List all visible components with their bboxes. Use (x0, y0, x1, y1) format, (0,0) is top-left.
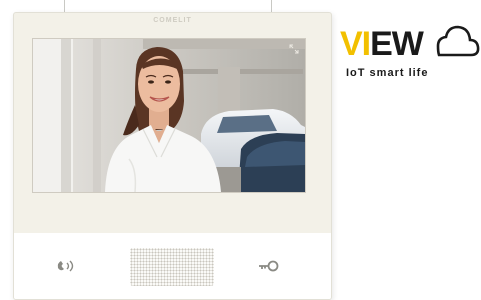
intercom-monitor: COMELIT (13, 12, 332, 300)
door-release-button[interactable] (254, 258, 282, 274)
logo-dark-letters: EW (370, 25, 424, 63)
mount-wire-left (64, 0, 65, 12)
expand-icon[interactable] (289, 44, 299, 54)
logo-accent-letters: VI (340, 25, 371, 63)
video-screen (32, 38, 306, 193)
control-panel (14, 233, 331, 299)
view-logo: VIEW IoT smart life (340, 22, 480, 84)
mount-wire-right (271, 0, 272, 12)
logo-tagline: IoT smart life (346, 67, 429, 79)
brand-label: COMELIT (153, 17, 192, 24)
answer-call-button[interactable] (52, 258, 80, 274)
speaker-grille (130, 248, 214, 286)
handset-icon (57, 260, 74, 272)
camera-feed-image (33, 39, 305, 192)
logo-wordmark: VIEW (340, 24, 424, 64)
key-icon (259, 260, 279, 272)
cloud-icon (436, 25, 480, 57)
